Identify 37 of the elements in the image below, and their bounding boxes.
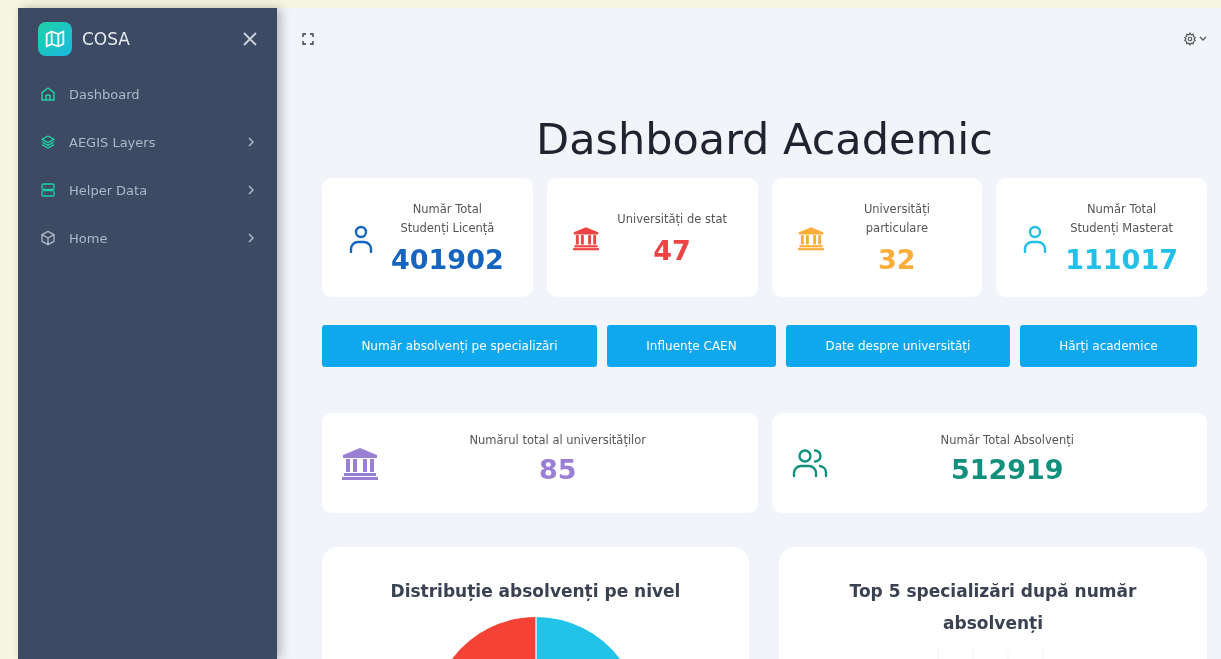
stat-label: Număr Total Absolvenți bbox=[940, 432, 1074, 449]
sidebar-item[interactable]: Dashboard bbox=[18, 70, 277, 118]
cube-icon bbox=[40, 230, 56, 246]
sidebar-item[interactable]: AEGIS Layers bbox=[18, 118, 277, 166]
stat-value: 32 bbox=[878, 244, 916, 275]
bank-icon bbox=[342, 446, 378, 480]
stat-value: 85 bbox=[538, 454, 577, 485]
layers-icon bbox=[40, 134, 56, 150]
map-icon bbox=[38, 22, 72, 56]
fullscreen-icon[interactable] bbox=[302, 33, 314, 45]
nav-button[interactable]: Hărți academice bbox=[1019, 325, 1197, 367]
chevron-icon bbox=[247, 233, 255, 243]
brand-name: COSA bbox=[82, 29, 131, 49]
chart-title: Top 5 specializări după număr absolvenți bbox=[848, 580, 1138, 635]
chart-title: Distribuție absolvenți pe nivel bbox=[390, 580, 681, 603]
chevron-icon bbox=[247, 185, 255, 195]
page-title: Dashboard Academic bbox=[535, 113, 994, 166]
stat-label: Universități de stat bbox=[617, 210, 727, 228]
stat-label: Număr Total Studenți Masterat bbox=[1069, 201, 1175, 237]
stat-value: 401902 bbox=[391, 244, 504, 275]
users-icon bbox=[791, 446, 828, 480]
nav-button[interactable]: Număr absolvenți pe specializări bbox=[322, 325, 597, 367]
house-icon bbox=[40, 86, 56, 102]
nav-button[interactable]: Influențe CAEN bbox=[606, 325, 777, 367]
settings-icon[interactable] bbox=[1183, 32, 1207, 46]
stat-value: 111017 bbox=[1065, 244, 1178, 275]
stat-label: Număr Total Studenți Licență bbox=[399, 201, 496, 237]
stat-label: Universități particulare bbox=[862, 201, 931, 237]
close-icon[interactable] bbox=[243, 32, 257, 46]
stat-value: 47 bbox=[653, 234, 691, 266]
chevron-icon bbox=[247, 137, 255, 147]
stat-value: 512919 bbox=[950, 454, 1064, 485]
server-icon bbox=[40, 182, 56, 198]
sidebar-item[interactable]: Home bbox=[18, 214, 277, 262]
nav-button[interactable]: Date despre universități bbox=[786, 325, 1010, 367]
stat-label: Numărul total al universităților bbox=[469, 432, 647, 449]
sidebar-item[interactable]: Helper Data bbox=[18, 166, 277, 214]
